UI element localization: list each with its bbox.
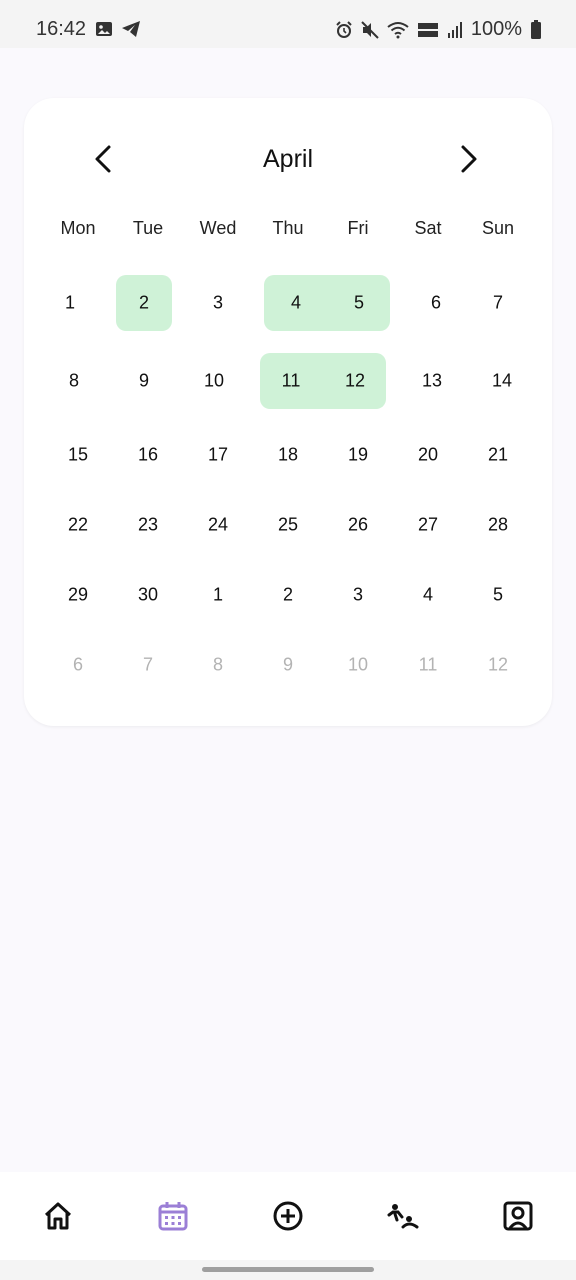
calendar-day[interactable]: 10 [323, 655, 393, 676]
calendar-day[interactable]: 4 [393, 585, 463, 606]
calendar-day[interactable]: 23 [113, 515, 183, 536]
battery-icon [531, 19, 541, 39]
calendar-day[interactable]: 17 [183, 445, 253, 466]
calendar-day[interactable]: 5 [463, 585, 533, 606]
battery-percentage: 100% [470, 18, 522, 40]
calendar-day[interactable]: 30 [113, 585, 183, 606]
weekday-label: Sun [481, 218, 515, 238]
calendar-day[interactable]: 13 [397, 371, 467, 392]
mute-icon [361, 20, 379, 39]
calendar-day[interactable]: 25 [253, 515, 323, 536]
calendar-day[interactable]: 1 [183, 585, 253, 606]
calendar-day[interactable]: 8 [183, 655, 253, 676]
month-title: April [262, 145, 313, 173]
add-circle-icon[interactable] [272, 1200, 304, 1232]
calendar-day[interactable]: 18 [253, 445, 323, 466]
calendar-day[interactable]: 16 [113, 445, 183, 466]
wifi-icon [387, 21, 409, 38]
alarm-icon [336, 20, 352, 38]
people-icon[interactable] [387, 1200, 419, 1232]
weekday-label: Fri [347, 218, 369, 238]
status-right: 100% [335, 18, 542, 41]
calendar-day[interactable]: 9 [253, 655, 323, 676]
calendar-day[interactable]: 24 [183, 515, 253, 536]
calendar-day[interactable]: 14 [467, 371, 537, 392]
home-icon[interactable] [42, 1200, 74, 1232]
calendar-day[interactable]: 29 [43, 585, 113, 606]
chevron-right-icon [461, 145, 477, 173]
calendar-day[interactable]: 9 [109, 371, 179, 392]
calendar-day[interactable]: 5 [324, 293, 394, 314]
status-left-icons [95, 20, 141, 38]
calendar-day[interactable]: 2 [253, 585, 323, 606]
calendar-day[interactable]: 10 [179, 371, 249, 392]
volte-icon [417, 22, 438, 37]
calendar-day[interactable]: 12 [463, 655, 533, 676]
status-time: 16:42 [36, 18, 87, 40]
calendar-day[interactable]: 22 [43, 515, 113, 536]
calendar-day[interactable]: 7 [463, 293, 533, 314]
calendar-icon[interactable] [157, 1200, 189, 1232]
calendar-day[interactable]: 11 [256, 371, 326, 392]
weekday-label: Mon [60, 218, 96, 238]
calendar-day[interactable]: 6 [401, 293, 471, 314]
next-month-button[interactable] [452, 144, 482, 174]
calendar-day[interactable]: 7 [113, 655, 183, 676]
calendar-day[interactable]: 4 [261, 293, 331, 314]
weekday-label: Wed [199, 218, 237, 238]
calendar-day[interactable]: 2 [109, 293, 179, 314]
calendar-day[interactable]: 27 [393, 515, 463, 536]
weekday-label: Sat [414, 218, 442, 238]
calendar-day[interactable]: 26 [323, 515, 393, 536]
calendar-day[interactable]: 3 [183, 293, 253, 314]
weekday-label: Thu [272, 218, 304, 238]
calendar-day[interactable]: 15 [43, 445, 113, 466]
weekday-header: Mon Tue Wed Thu Fri Sat Sun [43, 218, 533, 239]
calendar-day[interactable]: 6 [43, 655, 113, 676]
telegram-icon [122, 21, 140, 37]
signal-icon [447, 21, 462, 38]
calendar-day[interactable]: 1 [35, 293, 105, 314]
status-bar: 16:42 100% [0, 0, 576, 48]
calendar-day[interactable]: 28 [463, 515, 533, 536]
calendar-card [24, 98, 552, 726]
calendar-day[interactable]: 20 [393, 445, 463, 466]
calendar-day[interactable]: 8 [39, 371, 109, 392]
weekday-label: Tue [132, 218, 164, 238]
home-indicator[interactable] [202, 1267, 374, 1272]
image-icon [96, 22, 112, 36]
profile-icon[interactable] [502, 1200, 534, 1232]
calendar-day[interactable]: 19 [323, 445, 393, 466]
calendar-day[interactable]: 3 [323, 585, 393, 606]
calendar-day[interactable]: 12 [320, 371, 390, 392]
calendar-day[interactable]: 11 [393, 655, 463, 676]
calendar-day[interactable]: 21 [463, 445, 533, 466]
